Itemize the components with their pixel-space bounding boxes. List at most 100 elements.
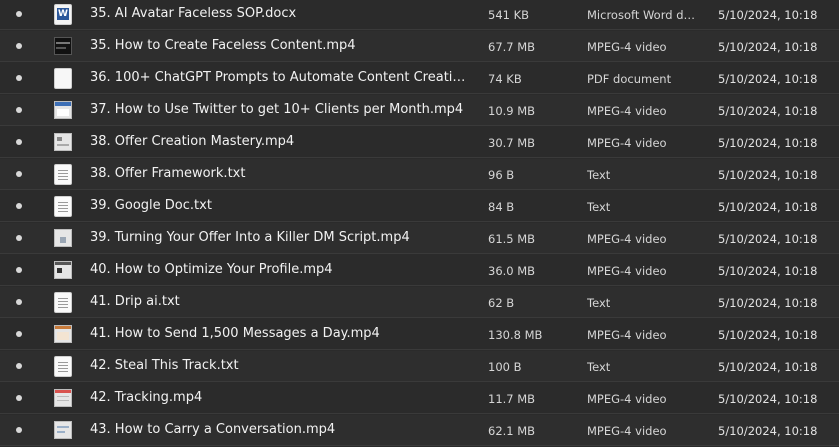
file-name[interactable]: 39. Turning Your Offer Into a Killer DM …	[90, 229, 470, 247]
file-name[interactable]: 42. Tracking.mp4	[90, 389, 470, 407]
file-row[interactable]: 41. How to Send 1,500 Messages a Day.mp4…	[0, 319, 839, 350]
file-row[interactable]: 35. How to Create Faceless Content.mp4 67…	[0, 31, 839, 62]
file-modified-date: 5/10/2024, 10:18	[718, 72, 818, 86]
file-name[interactable]: 41. Drip ai.txt	[90, 293, 470, 311]
file-size: 10.9 MB	[488, 104, 536, 118]
file-size: 36.0 MB	[488, 264, 536, 278]
file-type: Text	[587, 200, 611, 214]
file-row[interactable]: 41. Drip ai.txt 62 B Text 5/10/2024, 10:18	[0, 287, 839, 318]
file-name[interactable]: 38. Offer Framework.txt	[90, 165, 470, 183]
bullet-icon	[16, 363, 22, 369]
video-thumbnail-icon	[54, 325, 72, 343]
video-thumbnail-icon	[54, 389, 72, 407]
file-modified-date: 5/10/2024, 10:18	[718, 264, 818, 278]
file-modified-date: 5/10/2024, 10:18	[718, 40, 818, 54]
file-size: 541 KB	[488, 8, 530, 22]
file-modified-date: 5/10/2024, 10:18	[718, 328, 818, 342]
file-name[interactable]: 35. AI Avatar Faceless SOP.docx	[90, 5, 470, 23]
file-modified-date: 5/10/2024, 10:18	[718, 104, 818, 118]
file-row[interactable]: 38. Offer Creation Mastery.mp4 30.7 MB MPE…	[0, 127, 839, 158]
bullet-icon	[16, 395, 22, 401]
file-size: 30.7 MB	[488, 136, 536, 150]
bullet-icon	[16, 299, 22, 305]
file-modified-date: 5/10/2024, 10:18	[718, 8, 818, 22]
video-thumbnail-icon	[54, 37, 72, 55]
file-modified-date: 5/10/2024, 10:18	[718, 392, 818, 406]
bullet-icon	[16, 43, 22, 49]
file-row[interactable]: 43. How to Carry a Conversation.mp4 62.1 …	[0, 415, 839, 446]
text-file-icon	[54, 164, 72, 185]
file-type: Text	[587, 360, 611, 374]
file-size: 61.5 MB	[488, 232, 536, 246]
file-type: MPEG-4 video	[587, 104, 667, 118]
file-size: 96 B	[488, 168, 515, 182]
file-row[interactable]: 42. Steal This Track.txt 100 B Text 5/10/20…	[0, 351, 839, 382]
file-name[interactable]: 43. How to Carry a Conversation.mp4	[90, 421, 470, 439]
file-type: PDF document	[587, 72, 672, 86]
file-size: 62.1 MB	[488, 424, 536, 438]
file-row[interactable]: 42. Tracking.mp4 11.7 MB MPEG-4 video 5/10/…	[0, 383, 839, 414]
file-row[interactable]: 40. How to Optimize Your Profile.mp4 36.0…	[0, 255, 839, 286]
file-type: MPEG-4 video	[587, 136, 667, 150]
text-file-icon	[54, 196, 72, 217]
word-logo: W	[57, 8, 69, 20]
file-type: MPEG-4 video	[587, 424, 667, 438]
file-name[interactable]: 39. Google Doc.txt	[90, 197, 470, 215]
file-row[interactable]: 39. Turning Your Offer Into a Killer DM …	[0, 223, 839, 254]
bullet-icon	[16, 331, 22, 337]
file-name[interactable]: 38. Offer Creation Mastery.mp4	[90, 133, 470, 151]
file-row[interactable]: 39. Google Doc.txt 84 B Text 5/10/2024, 10:…	[0, 191, 839, 222]
file-size: 84 B	[488, 200, 515, 214]
file-size: 74 KB	[488, 72, 522, 86]
video-thumbnail-icon	[54, 133, 72, 151]
file-type: MPEG-4 video	[587, 392, 667, 406]
file-type: Text	[587, 296, 611, 310]
video-thumbnail-icon	[54, 261, 72, 279]
file-modified-date: 5/10/2024, 10:18	[718, 200, 818, 214]
video-thumbnail-icon	[54, 229, 72, 247]
bullet-icon	[16, 427, 22, 433]
file-type: Text	[587, 168, 611, 182]
video-thumbnail-icon	[54, 421, 72, 439]
file-name[interactable]: 42. Steal This Track.txt	[90, 357, 470, 375]
file-modified-date: 5/10/2024, 10:18	[718, 232, 818, 246]
file-name[interactable]: 41. How to Send 1,500 Messages a Day.mp4	[90, 325, 470, 343]
file-row[interactable]: 37. How to Use Twitter to get 10+ Client…	[0, 95, 839, 126]
file-modified-date: 5/10/2024, 10:18	[718, 136, 818, 150]
bullet-icon	[16, 75, 22, 81]
text-file-icon	[54, 292, 72, 313]
file-type: MPEG-4 video	[587, 232, 667, 246]
word-document-icon: W	[54, 4, 72, 25]
file-row[interactable]: W 35. AI Avatar Faceless SOP.docx 541 KB Mi…	[0, 0, 839, 30]
file-name[interactable]: 37. How to Use Twitter to get 10+ Client…	[90, 101, 470, 119]
file-type: MPEG-4 video	[587, 264, 667, 278]
file-type: Microsoft Word do...	[587, 8, 699, 22]
bullet-icon	[16, 203, 22, 209]
file-modified-date: 5/10/2024, 10:18	[718, 360, 818, 374]
bullet-icon	[16, 235, 22, 241]
file-type: MPEG-4 video	[587, 40, 667, 54]
bullet-icon	[16, 267, 22, 273]
text-file-icon	[54, 356, 72, 377]
file-modified-date: 5/10/2024, 10:18	[718, 424, 818, 438]
file-modified-date: 5/10/2024, 10:18	[718, 296, 818, 310]
file-size: 62 B	[488, 296, 515, 310]
bullet-icon	[16, 139, 22, 145]
file-size: 100 B	[488, 360, 522, 374]
file-name[interactable]: 35. How to Create Faceless Content.mp4	[90, 37, 470, 55]
file-size: 130.8 MB	[488, 328, 543, 342]
file-name[interactable]: 40. How to Optimize Your Profile.mp4	[90, 261, 470, 279]
bullet-icon	[16, 107, 22, 113]
video-thumbnail-icon	[54, 101, 72, 119]
file-size: 67.7 MB	[488, 40, 536, 54]
bullet-icon	[16, 171, 22, 177]
file-row[interactable]: 38. Offer Framework.txt 96 B Text 5/10/2024…	[0, 159, 839, 190]
file-modified-date: 5/10/2024, 10:18	[718, 168, 818, 182]
file-size: 11.7 MB	[488, 392, 536, 406]
bullet-icon	[16, 11, 22, 17]
file-list: W 35. AI Avatar Faceless SOP.docx 541 KB Mi…	[0, 0, 839, 447]
pdf-document-icon	[54, 68, 72, 89]
file-name[interactable]: 36. 100+ ChatGPT Prompts to Automate Con…	[90, 69, 470, 87]
file-row[interactable]: 36. 100+ ChatGPT Prompts to Automate Con…	[0, 63, 839, 94]
file-type: MPEG-4 video	[587, 328, 667, 342]
